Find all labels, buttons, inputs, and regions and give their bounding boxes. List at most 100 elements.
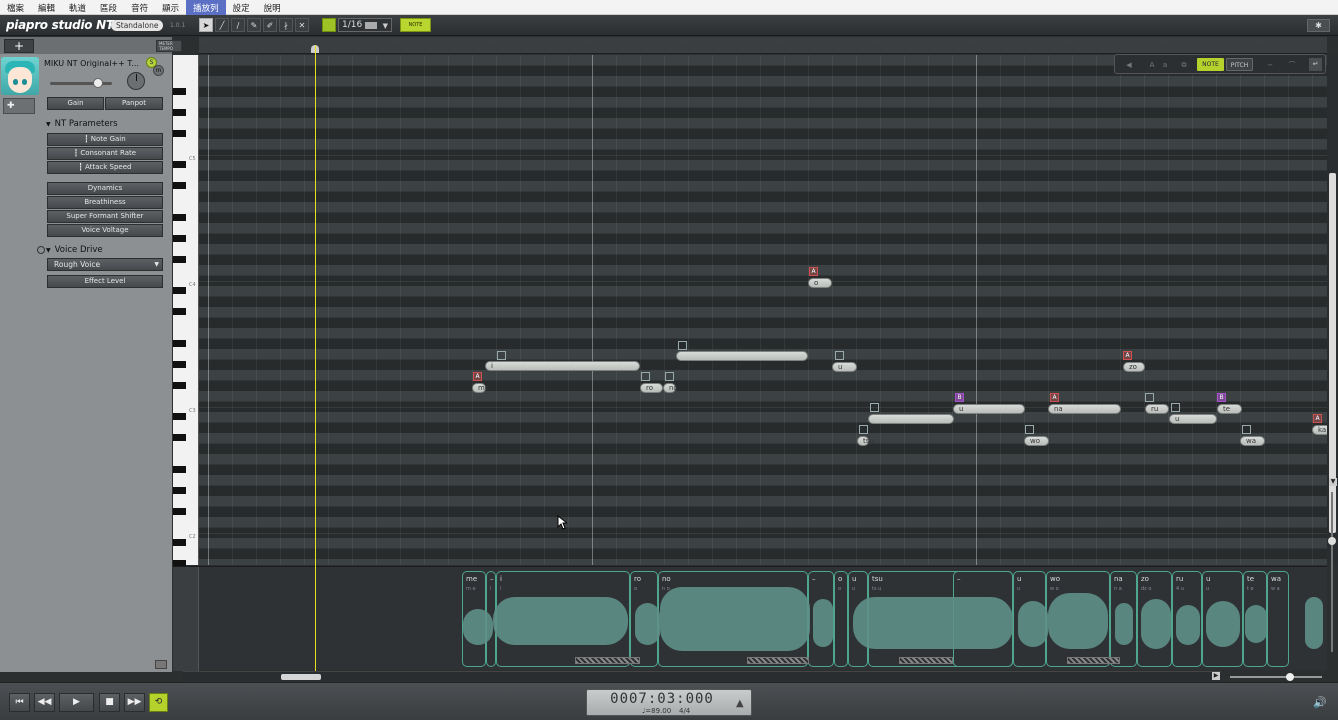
horizontal-zoom-handle[interactable] [1286,673,1294,681]
piano-black-key[interactable] [173,361,186,368]
note-mode-button[interactable]: NOTE [1197,58,1224,71]
vertical-zoom-slider[interactable] [1331,492,1333,652]
rewind-start-icon[interactable]: ⏮ [9,693,30,712]
vertical-scrollbar[interactable] [1327,55,1338,565]
nt-extra-button-2[interactable]: Super Formant Shifter [47,210,163,223]
pencil-icon[interactable]: ╱ [215,18,229,32]
nt-param-button-0[interactable]: ┇ Note Gain [47,133,163,146]
note[interactable]: ro [640,383,663,393]
speaker-icon[interactable]: ◀ [1124,60,1134,70]
note[interactable] [868,414,954,424]
menu-item-4[interactable]: 音符 [124,0,155,15]
piano-black-key[interactable] [173,539,186,546]
pan-knob[interactable] [127,72,145,90]
note[interactable]: te [1217,404,1242,414]
curve-smooth-icon[interactable]: ⌒ [1287,60,1297,70]
note-accent-flag[interactable] [870,403,879,412]
voice-drive-heading[interactable]: ▼ Voice Drive [46,245,103,255]
voice-drive-select[interactable]: Rough Voice ▼ [47,258,163,271]
note[interactable]: wo [1024,436,1049,446]
menu-item-3[interactable]: 區段 [93,0,124,15]
mute-button[interactable]: m [153,65,164,76]
piano-black-key[interactable] [173,466,186,473]
note[interactable]: ka [1312,425,1327,435]
waveform-segment[interactable]: oo [834,571,848,667]
close-icon[interactable]: ✕ [295,18,309,32]
nt-extra-button-0[interactable]: Dynamics [47,182,163,195]
note[interactable]: na [1048,404,1121,414]
timeline-ruler[interactable]: · · · · · · · · · · · · [199,37,1327,54]
effect-level-button[interactable]: Effect Level [47,275,163,288]
eraser-icon[interactable]: ✎ [247,18,261,32]
note-accent-flag[interactable] [859,425,868,434]
quantize-icon[interactable] [322,18,336,32]
playhead-line[interactable] [315,45,316,671]
metronome-icon[interactable]: ▲ [736,698,744,709]
note[interactable]: zo [1123,362,1145,372]
vibrato-marker[interactable] [575,657,640,664]
piano-black-key[interactable] [173,413,186,420]
pitch-mode-button[interactable]: PITCH [1226,58,1253,71]
vertical-zoom-handle[interactable] [1328,537,1336,545]
curve-icon[interactable]: ∽ [1265,60,1275,70]
piano-black-key[interactable] [173,88,186,95]
brush-icon[interactable]: ✐ [263,18,277,32]
menu-item-8[interactable]: 說明 [257,0,288,15]
piano-black-key[interactable] [173,508,186,515]
piano-black-key[interactable] [173,340,186,347]
piano-black-key[interactable] [173,182,186,189]
note-accent-flag[interactable]: B [1217,393,1226,402]
scroll-down-arrow-icon[interactable]: ▼ [1329,478,1337,486]
nt-extra-button-1[interactable]: Breathiness [47,196,163,209]
piano-black-key[interactable] [173,382,186,389]
note[interactable]: no [663,383,678,393]
waveform-segment[interactable]: wa w a [1267,571,1289,667]
piano-black-key[interactable] [173,434,186,441]
note-accent-flag[interactable] [835,351,844,360]
loop-button[interactable]: ⟲ [149,693,168,712]
volume-slider-handle[interactable] [93,78,104,88]
note[interactable]: tsu [857,436,874,446]
piano-black-key[interactable] [173,109,186,116]
note[interactable] [676,351,808,361]
note[interactable]: me [472,383,489,393]
horizontal-zoom-slider[interactable] [1230,676,1322,678]
note[interactable]: u [1169,414,1217,424]
piano-black-key[interactable] [173,130,186,137]
menu-item-6[interactable]: 播放列 [186,0,226,15]
panel-resize-button[interactable] [155,660,167,669]
menu-item-5[interactable]: 顯示 [155,0,186,15]
piano-black-key[interactable] [173,287,186,294]
track-name[interactable]: MIKU NT Original++ T... [44,59,139,68]
quantize-select[interactable]: 1/16 ▼ [338,18,392,32]
line-icon[interactable]: ∕ [231,18,245,32]
beat-value[interactable]: 4/4 [679,707,690,715]
waveform-panel[interactable]: me m e – i i i ro o no n o – o o u u tsu ts u – u u wo w o na n… [173,566,1327,671]
note-accent-flag[interactable] [665,372,674,381]
power-icon[interactable] [37,246,45,254]
meter-tempo-button[interactable]: METER TEMPO [156,40,182,52]
return-icon[interactable]: ↵ [1309,58,1322,71]
rewind-icon[interactable]: ◀◀ [34,693,55,712]
menu-item-1[interactable]: 編輯 [31,0,62,15]
phoneme-icon[interactable]: a [1160,60,1170,70]
arrow-select-icon[interactable]: ➤ [199,18,213,32]
add-track-button[interactable]: + [4,39,34,53]
menu-item-2[interactable]: 軌道 [62,0,93,15]
vibrato-marker[interactable] [1067,657,1120,664]
piano-black-key[interactable] [173,256,186,263]
note-accent-flag[interactable]: A [1050,393,1059,402]
fast-forward-icon[interactable]: ▶▶ [124,693,145,712]
speaker-icon[interactable]: 🔊 [1313,696,1327,709]
nt-param-button-2[interactable]: ┇ Attack Speed [47,161,163,174]
piano-black-key[interactable] [173,235,186,242]
note-accent-flag[interactable] [497,351,506,360]
note-accent-flag[interactable]: A [1123,351,1132,360]
piano-black-key[interactable] [173,487,186,494]
note-accent-flag[interactable]: A [473,372,482,381]
menu-item-7[interactable]: 設定 [226,0,257,15]
piano-black-key[interactable] [173,308,186,315]
note-accent-flag[interactable]: B [955,393,964,402]
note-accent-flag[interactable] [1025,425,1034,434]
note-accent-flag[interactable] [678,341,687,350]
